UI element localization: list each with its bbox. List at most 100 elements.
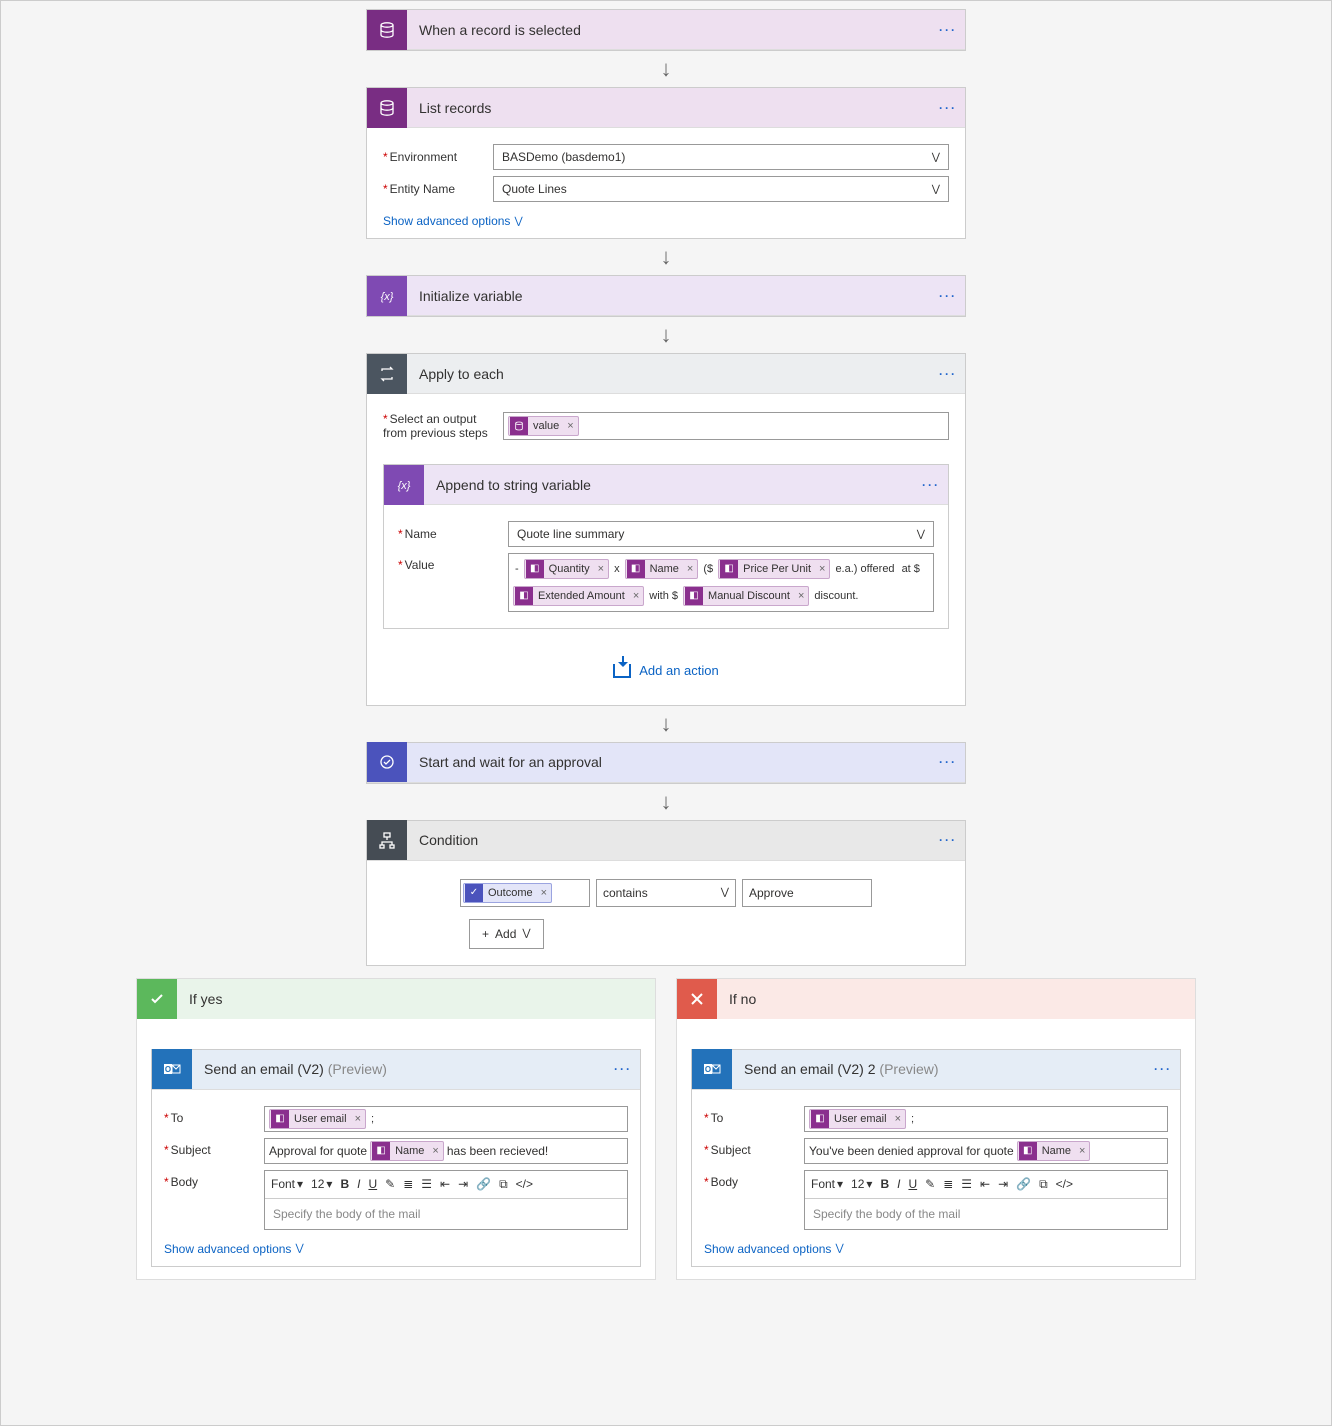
token-outcome[interactable]: ✓Outcome×	[463, 883, 552, 903]
underline-button[interactable]: U	[908, 1177, 917, 1191]
body-label: Body	[164, 1170, 264, 1230]
condition-card[interactable]: Condition ··· ✓Outcome× contains⋁ Approv…	[366, 820, 966, 966]
text: ($	[701, 557, 715, 581]
token-remove[interactable]: ×	[537, 887, 551, 899]
bullet-list-button[interactable]: ≣	[943, 1177, 953, 1191]
indent-button[interactable]: ⇥	[998, 1177, 1008, 1191]
code-view-button[interactable]: </>	[1056, 1177, 1073, 1191]
token-name[interactable]: ◧Name×	[625, 559, 699, 579]
unlink-button[interactable]: ⧉	[1039, 1177, 1048, 1192]
init-var-title: Initialize variable	[407, 288, 931, 304]
highlight-button[interactable]: ✎	[385, 1177, 395, 1191]
font-select[interactable]: Font ▾	[811, 1177, 843, 1191]
token-remove[interactable]: ×	[428, 1145, 442, 1157]
approval-card[interactable]: Start and wait for an approval ···	[366, 742, 966, 784]
append-menu[interactable]: ···	[914, 478, 948, 492]
trigger-menu[interactable]: ···	[931, 23, 965, 37]
number-list-button[interactable]: ☰	[421, 1177, 432, 1191]
token-value[interactable]: value ×	[508, 416, 579, 436]
token-remove[interactable]: ×	[815, 557, 829, 581]
trigger-title: When a record is selected	[407, 22, 931, 38]
append-name-select[interactable]: Quote line summary ⋁	[508, 521, 934, 547]
size-select[interactable]: 12 ▾	[851, 1177, 872, 1191]
token-manual-discount[interactable]: ◧Manual Discount×	[683, 586, 809, 606]
database-icon	[367, 10, 407, 50]
entity-select[interactable]: Quote Lines ⋁	[493, 176, 949, 202]
token-quantity[interactable]: ◧Quantity×	[524, 559, 609, 579]
email-yes-menu[interactable]: ···	[606, 1062, 640, 1076]
arrow-icon: ↓	[661, 243, 672, 271]
init-var-menu[interactable]: ···	[931, 289, 965, 303]
indent-button[interactable]: ⇥	[458, 1177, 468, 1191]
bullet-list-button[interactable]: ≣	[403, 1177, 413, 1191]
add-action-icon	[613, 664, 631, 678]
add-action-link[interactable]: Add an action	[613, 663, 719, 678]
database-icon: ◧	[515, 587, 533, 605]
highlight-button[interactable]: ✎	[925, 1177, 935, 1191]
font-select[interactable]: Font ▾	[271, 1177, 303, 1191]
show-advanced-link[interactable]: Show advanced options⋁	[704, 1242, 844, 1256]
condition-menu[interactable]: ···	[931, 833, 965, 847]
size-select[interactable]: 12 ▾	[311, 1177, 332, 1191]
env-select[interactable]: BASDemo (basdemo1) ⋁	[493, 144, 949, 170]
body-input[interactable]: Font ▾ 12 ▾ B I U ✎ ≣ ☰ ⇤ ⇥ 🔗	[804, 1170, 1168, 1230]
outdent-button[interactable]: ⇤	[440, 1177, 450, 1191]
bold-button[interactable]: B	[880, 1177, 889, 1191]
underline-button[interactable]: U	[368, 1177, 377, 1191]
trigger-card[interactable]: When a record is selected ···	[366, 9, 966, 51]
token-remove[interactable]: ×	[351, 1113, 365, 1125]
number-list-button[interactable]: ☰	[961, 1177, 972, 1191]
token-remove[interactable]: ×	[683, 557, 697, 581]
token-remove[interactable]: ×	[629, 584, 643, 608]
show-advanced-link[interactable]: Show advanced options⋁	[383, 214, 523, 228]
email-no-card[interactable]: O Send an email (V2) 2 (Preview) ··· To …	[691, 1049, 1181, 1267]
chevron-down-icon: ⋁	[514, 216, 522, 227]
append-card[interactable]: {x} Append to string variable ··· Name Q…	[383, 464, 949, 629]
token-user-email[interactable]: ◧User email×	[269, 1109, 366, 1129]
unlink-button[interactable]: ⧉	[499, 1177, 508, 1192]
token-extended-amount[interactable]: ◧Extended Amount×	[513, 586, 644, 606]
entity-label: Entity Name	[383, 182, 493, 196]
token-name[interactable]: ◧Name×	[370, 1141, 444, 1161]
append-title: Append to string variable	[424, 477, 914, 493]
token-remove[interactable]: ×	[891, 1113, 905, 1125]
link-button[interactable]: 🔗	[1016, 1177, 1031, 1191]
cond-op[interactable]: contains⋁	[596, 879, 736, 907]
token-price-per-unit[interactable]: ◧Price Per Unit×	[718, 559, 830, 579]
show-advanced-link[interactable]: Show advanced options⋁	[164, 1242, 304, 1256]
add-condition-button[interactable]: +Add⋁	[469, 919, 544, 949]
apply-each-menu[interactable]: ···	[931, 367, 965, 381]
code-view-button[interactable]: </>	[516, 1177, 533, 1191]
outdent-button[interactable]: ⇤	[980, 1177, 990, 1191]
svg-text:O: O	[165, 1065, 171, 1074]
token-remove[interactable]: ×	[1075, 1145, 1089, 1157]
to-input[interactable]: ◧User email× ;	[264, 1106, 628, 1132]
subject-input[interactable]: You've been denied approval for quote ◧N…	[804, 1138, 1168, 1164]
link-button[interactable]: 🔗	[476, 1177, 491, 1191]
bold-button[interactable]: B	[340, 1177, 349, 1191]
token-user-email[interactable]: ◧User email×	[809, 1109, 906, 1129]
cond-left[interactable]: ✓Outcome×	[460, 879, 590, 907]
list-records-card[interactable]: List records ··· Environment BASDemo (ba…	[366, 87, 966, 239]
apply-each-card[interactable]: Apply to each ··· Select an output from …	[366, 353, 966, 706]
token-name[interactable]: ◧Name×	[1017, 1141, 1091, 1161]
database-icon	[367, 88, 407, 128]
list-records-menu[interactable]: ···	[931, 101, 965, 115]
email-yes-card[interactable]: O Send an email (V2) (Preview) ··· To ◧U…	[151, 1049, 641, 1267]
subject-input[interactable]: Approval for quote ◧Name× has been recie…	[264, 1138, 628, 1164]
init-var-card[interactable]: {x} Initialize variable ···	[366, 275, 966, 317]
body-input[interactable]: Font ▾ 12 ▾ B I U ✎ ≣ ☰ ⇤ ⇥ 🔗	[264, 1170, 628, 1230]
token-remove[interactable]: ×	[794, 584, 808, 608]
append-value-input[interactable]: - ◧Quantity× x ◧Name× ($ ◧Price Per Unit…	[508, 553, 934, 612]
italic-button[interactable]: I	[357, 1177, 360, 1191]
approval-menu[interactable]: ···	[931, 755, 965, 769]
italic-button[interactable]: I	[897, 1177, 900, 1191]
cond-right[interactable]: Approve	[742, 879, 872, 907]
to-input[interactable]: ◧User email× ;	[804, 1106, 1168, 1132]
select-output-input[interactable]: value ×	[503, 412, 949, 440]
text: x	[612, 557, 622, 581]
token-remove[interactable]: ×	[563, 420, 577, 432]
token-remove[interactable]: ×	[594, 557, 608, 581]
svg-text:{x}: {x}	[381, 291, 394, 303]
email-no-menu[interactable]: ···	[1146, 1062, 1180, 1076]
